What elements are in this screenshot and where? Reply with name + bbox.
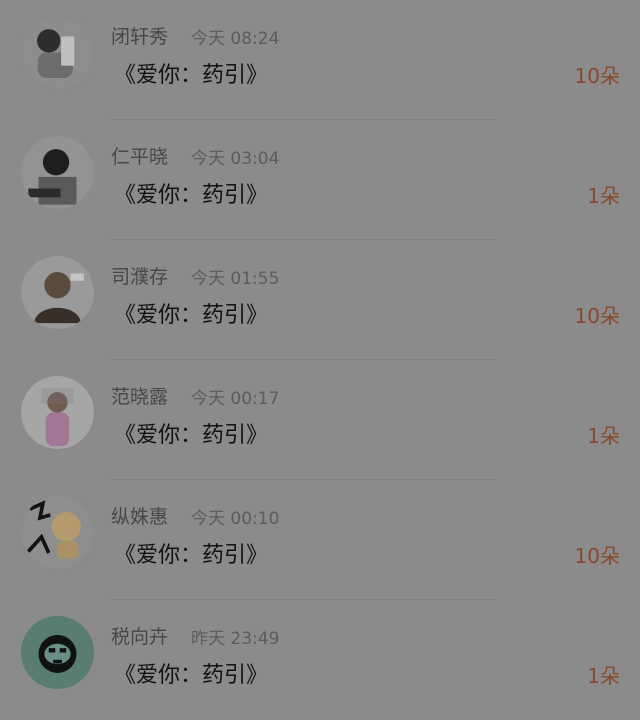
flower-count: 10朵 bbox=[574, 304, 620, 328]
list-item[interactable]: 仁平晓 今天 03:04 《爱你：药引》 1朵 bbox=[0, 120, 640, 240]
flower-count: 10朵 bbox=[574, 544, 620, 568]
user-name: 仁平晓 bbox=[111, 146, 169, 168]
gift-title: 《爱你：药引》 bbox=[114, 63, 269, 88]
user-photo-icon bbox=[21, 496, 94, 569]
flower-count: 1朵 bbox=[587, 424, 620, 448]
avatar[interactable] bbox=[21, 16, 94, 89]
avatar[interactable] bbox=[21, 376, 94, 449]
list-item[interactable]: 税向卉 昨天 23:49 《爱你：药引》 1朵 bbox=[0, 600, 640, 720]
gift-title: 《爱你：药引》 bbox=[114, 423, 269, 448]
user-photo-icon bbox=[21, 616, 94, 689]
send-time: 今天 01:55 bbox=[191, 269, 280, 289]
user-photo-icon bbox=[21, 256, 94, 329]
send-time: 今天 00:17 bbox=[191, 389, 280, 409]
avatar[interactable] bbox=[21, 256, 94, 329]
user-name: 税向卉 bbox=[111, 626, 169, 648]
avatar[interactable] bbox=[21, 496, 94, 569]
list-item[interactable]: 纵姝惠 今天 00:10 《爱你：药引》 10朵 bbox=[0, 480, 640, 600]
user-name: 司濮存 bbox=[111, 266, 169, 288]
list-item[interactable]: 闭轩秀 今天 08:24 《爱你：药引》 10朵 bbox=[0, 0, 640, 120]
flower-count: 1朵 bbox=[587, 184, 620, 208]
list-item[interactable]: 范晓露 今天 00:17 《爱你：药引》 1朵 bbox=[0, 360, 640, 480]
user-name: 纵姝惠 bbox=[111, 506, 169, 528]
list-item[interactable]: 司濮存 今天 01:55 《爱你：药引》 10朵 bbox=[0, 240, 640, 360]
user-name: 范晓露 bbox=[111, 386, 169, 408]
gift-title: 《爱你：药引》 bbox=[114, 543, 269, 568]
send-time: 昨天 23:49 bbox=[191, 629, 280, 649]
gift-title: 《爱你：药引》 bbox=[114, 663, 269, 688]
user-photo-icon bbox=[21, 136, 94, 209]
user-photo-icon bbox=[21, 376, 94, 449]
send-time: 今天 00:10 bbox=[191, 509, 280, 529]
flower-count: 1朵 bbox=[587, 664, 620, 688]
avatar[interactable] bbox=[21, 136, 94, 209]
gift-title: 《爱你：药引》 bbox=[114, 183, 269, 208]
gift-title: 《爱你：药引》 bbox=[114, 303, 269, 328]
avatar[interactable] bbox=[21, 616, 94, 689]
send-time: 今天 08:24 bbox=[191, 29, 280, 49]
gift-record-list: 闭轩秀 今天 08:24 《爱你：药引》 10朵 仁平晓 今天 03:04 《爱… bbox=[0, 0, 640, 705]
user-photo-icon bbox=[21, 16, 94, 89]
user-name: 闭轩秀 bbox=[111, 26, 169, 48]
send-time: 今天 03:04 bbox=[191, 149, 280, 169]
flower-count: 10朵 bbox=[574, 64, 620, 88]
